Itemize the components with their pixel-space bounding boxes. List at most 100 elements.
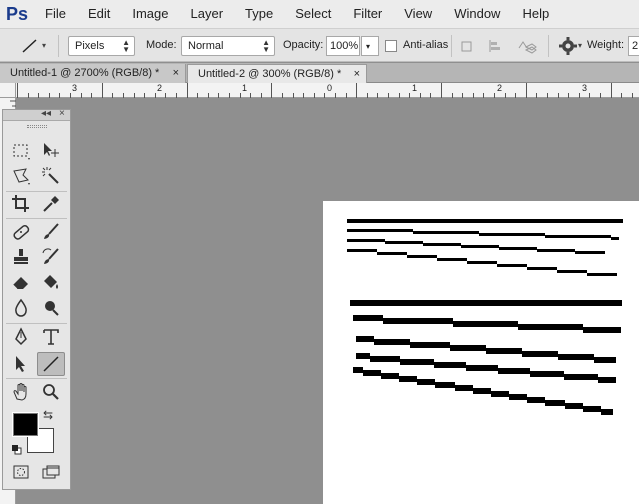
- menu-file[interactable]: File: [34, 0, 77, 28]
- healing-brush-tool[interactable]: [7, 220, 35, 244]
- pen-icon: [15, 327, 27, 346]
- path-arrangement-icon[interactable]: [517, 29, 537, 62]
- magic-wand-icon: [42, 167, 59, 184]
- mode-value: Normal: [188, 40, 224, 52]
- stamp-icon: [14, 249, 28, 264]
- divider: [6, 378, 67, 379]
- eyedropper-icon: [43, 196, 59, 212]
- ruler-label: 2: [157, 83, 163, 93]
- close-icon[interactable]: ×: [59, 108, 65, 119]
- mode-select[interactable]: Normal ▲ ▼: [181, 36, 275, 56]
- brush-icon: [44, 223, 59, 239]
- screen-mode-icon: [42, 465, 60, 479]
- chevron-down-icon: ▾: [366, 42, 371, 51]
- opacity-input[interactable]: 100%: [326, 36, 360, 56]
- marquee-icon: [13, 144, 30, 160]
- ruler-label: 2: [497, 83, 503, 93]
- opacity-label: Opacity:: [283, 39, 324, 51]
- menu-layer[interactable]: Layer: [180, 0, 235, 28]
- default-colors-icon[interactable]: [12, 444, 22, 455]
- tab-untitled-1[interactable]: Untitled-1 @ 2700% (RGB/8) * ×: [0, 64, 186, 83]
- crop-tool[interactable]: [7, 192, 35, 216]
- weight-value: 2: [632, 40, 639, 52]
- horizontal-ruler[interactable]: 3 2 1 0 1 2 3: [16, 83, 639, 98]
- history-brush-tool[interactable]: [37, 245, 65, 269]
- arrow-cursor-icon: [16, 356, 25, 372]
- move-icon: [44, 143, 59, 157]
- type-icon: [43, 329, 59, 345]
- menu-filter[interactable]: Filter: [342, 0, 393, 28]
- gear-icon[interactable]: ▾: [558, 29, 582, 62]
- paint-bucket-tool[interactable]: [37, 270, 65, 294]
- ruler-label: 1: [412, 83, 418, 93]
- path-selection-tool[interactable]: [7, 352, 35, 376]
- eraser-tool[interactable]: [7, 270, 35, 294]
- droplet-icon: [15, 298, 27, 317]
- divider: [58, 35, 59, 57]
- magic-wand-tool[interactable]: [37, 164, 65, 188]
- lasso-icon: [13, 168, 30, 185]
- clone-stamp-tool[interactable]: [7, 245, 35, 269]
- move-tool[interactable]: [37, 139, 65, 163]
- antialias-label: Anti-alias: [403, 39, 449, 51]
- mode-label: Mode:: [146, 39, 177, 51]
- menu-select[interactable]: Select: [284, 0, 342, 28]
- quick-mask-tool[interactable]: [7, 460, 35, 484]
- ruler-label: 0: [327, 83, 333, 93]
- ruler-origin[interactable]: [0, 83, 16, 98]
- divider: [6, 323, 67, 324]
- quick-mask-icon: [13, 465, 29, 479]
- pen-tool[interactable]: [7, 325, 35, 349]
- close-icon[interactable]: ×: [173, 64, 179, 82]
- drag-grip[interactable]: [27, 125, 47, 128]
- menu-help[interactable]: Help: [511, 0, 560, 28]
- line-tool-preset-icon[interactable]: ▾: [20, 29, 46, 62]
- rectangular-marquee-tool[interactable]: [7, 139, 35, 163]
- brush-tool[interactable]: [37, 220, 65, 244]
- tab-untitled-2[interactable]: Untitled-2 @ 300% (RGB/8) * ×: [187, 64, 367, 83]
- antialias-checkbox[interactable]: [385, 40, 397, 52]
- path-operations-icon[interactable]: [459, 29, 475, 62]
- options-bar: ▾ Pixels ▲ ▼ Mode: Normal ▲ ▼ Opacity: 100…: [0, 28, 639, 62]
- units-select[interactable]: Pixels ▲ ▼: [68, 36, 135, 56]
- swap-colors-icon[interactable]: ⇆: [43, 408, 53, 422]
- dodge-tool[interactable]: [37, 296, 65, 320]
- select-arrows-icon: ▲ ▼: [262, 38, 270, 54]
- menu-image[interactable]: Image: [121, 0, 179, 28]
- menu-edit[interactable]: Edit: [77, 0, 121, 28]
- path-alignment-icon[interactable]: [487, 29, 503, 62]
- tools-panel: ◂◂ × ⇆: [2, 108, 71, 490]
- hand-tool[interactable]: [7, 380, 35, 404]
- menu-view[interactable]: View: [393, 0, 443, 28]
- crop-icon: [12, 195, 29, 212]
- eyedropper-tool[interactable]: [37, 192, 65, 216]
- eraser-icon: [12, 277, 28, 290]
- line-tool[interactable]: [37, 352, 65, 376]
- dodge-icon: [45, 301, 59, 316]
- hand-icon: [13, 383, 27, 401]
- history-brush-icon: [42, 248, 59, 264]
- document-canvas[interactable]: [323, 201, 639, 504]
- menu-window[interactable]: Window: [443, 0, 511, 28]
- select-arrows-icon: ▲ ▼: [122, 38, 130, 54]
- tools-panel-header[interactable]: ◂◂ ×: [3, 108, 70, 121]
- opacity-dropdown-button[interactable]: ▾: [361, 36, 379, 56]
- screen-mode-tool[interactable]: [37, 460, 65, 484]
- bandage-icon: [13, 225, 30, 240]
- collapse-icon[interactable]: ◂◂: [41, 108, 51, 119]
- tab-label: Untitled-1 @ 2700% (RGB/8) *: [10, 67, 160, 79]
- foreground-color-swatch[interactable]: [12, 412, 39, 437]
- ruler-label: 1: [242, 83, 248, 93]
- weight-label: Weight:: [587, 39, 625, 51]
- menu-type[interactable]: Type: [234, 0, 284, 28]
- type-tool[interactable]: [37, 325, 65, 349]
- divider: [451, 35, 452, 57]
- lasso-tool[interactable]: [7, 164, 35, 188]
- zoom-tool[interactable]: [37, 380, 65, 404]
- opacity-value: 100%: [330, 40, 359, 52]
- weight-input[interactable]: 2: [628, 36, 639, 56]
- divider: [548, 35, 549, 57]
- close-icon[interactable]: ×: [354, 65, 360, 83]
- units-value: Pixels: [75, 40, 105, 52]
- blur-tool[interactable]: [7, 296, 35, 320]
